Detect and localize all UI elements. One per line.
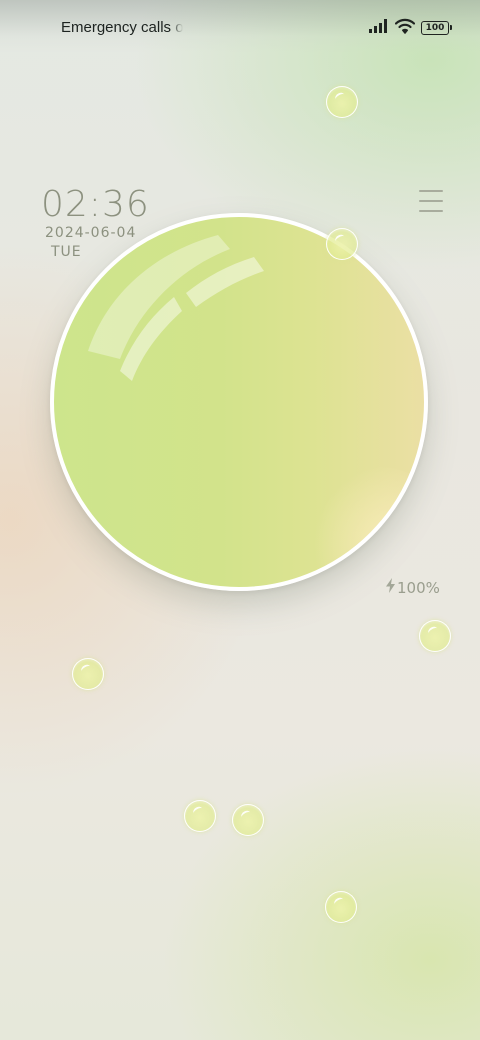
bubble-decoration xyxy=(326,228,358,260)
wifi-icon xyxy=(394,18,416,39)
menu-line xyxy=(419,190,443,192)
orb-glow xyxy=(310,467,424,587)
menu-icon[interactable] xyxy=(419,188,443,214)
lock-clock: 02:36 xyxy=(41,184,150,225)
bubble-decoration xyxy=(232,804,264,836)
status-icons: 100 xyxy=(369,18,452,39)
bubble-decoration xyxy=(325,891,357,923)
battery-icon: 100 xyxy=(421,21,452,35)
charge-indicator: 100% xyxy=(386,578,440,597)
signal-bars-icon xyxy=(369,18,389,38)
bubble-decoration xyxy=(326,86,358,118)
charge-level: 100% xyxy=(397,578,440,597)
bubble-decoration xyxy=(72,658,104,690)
bubble-decoration xyxy=(184,800,216,832)
menu-line xyxy=(419,210,443,212)
menu-line xyxy=(419,200,443,202)
status-bar: Emergency calls o 100 xyxy=(0,0,480,52)
carrier-status-text: Emergency calls o xyxy=(61,19,183,36)
lightning-icon xyxy=(386,578,395,597)
orb-reflection xyxy=(88,235,264,381)
bubble-decoration xyxy=(419,620,451,652)
charging-orb xyxy=(50,213,428,591)
